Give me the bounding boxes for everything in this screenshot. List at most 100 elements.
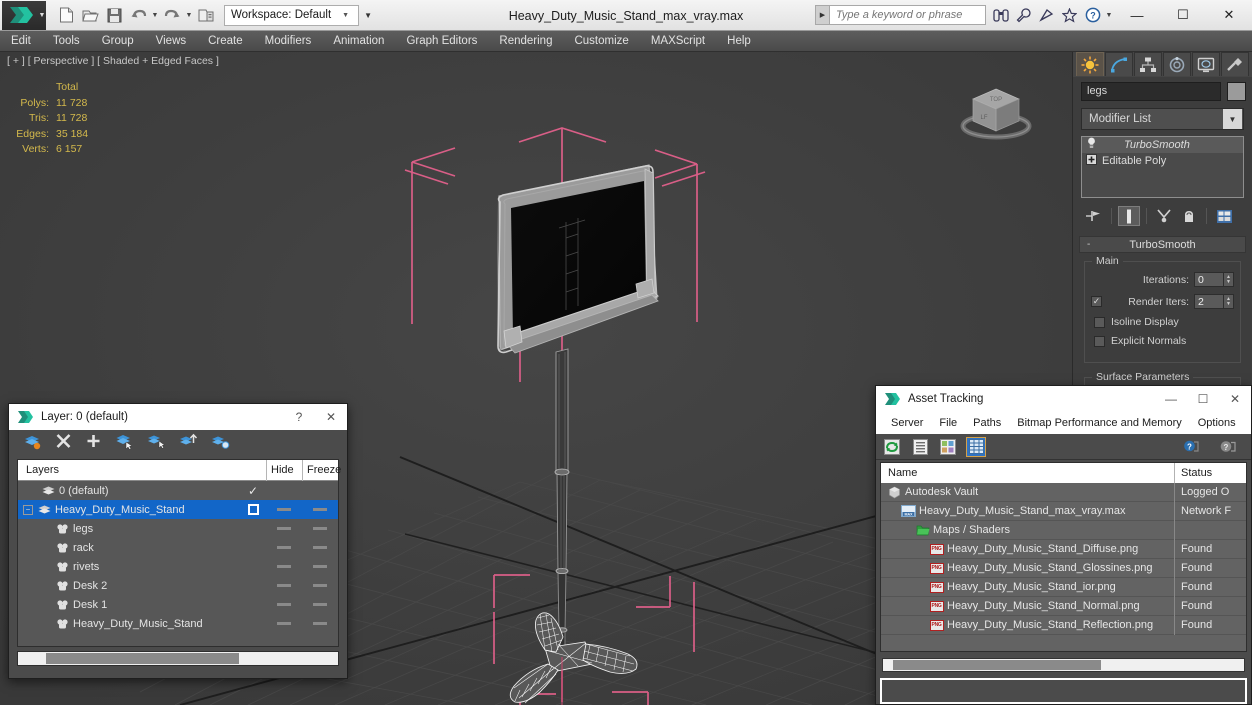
explicit-normals-checkbox[interactable] — [1094, 335, 1105, 347]
asset-tracking-dialog[interactable]: Asset Tracking — ☐ ✕ Server File Paths Bitm… — [875, 385, 1252, 705]
freeze-cell[interactable] — [302, 546, 338, 549]
rollout-collapse-icon[interactable]: - — [1087, 239, 1090, 250]
search-input[interactable] — [830, 6, 985, 24]
asset-minimize-button[interactable]: — — [1155, 386, 1187, 412]
asset-row[interactable]: PNG Heavy_Duty_Music_Stand_ior.png Found — [881, 577, 1246, 597]
display-tab[interactable] — [1192, 52, 1220, 76]
iterations-spinner[interactable]: ▲▼ — [1194, 272, 1234, 287]
asset-maximize-button[interactable]: ☐ — [1187, 386, 1219, 412]
menu-item-rendering[interactable]: Rendering — [488, 31, 563, 52]
window-maximize-button[interactable]: ☐ — [1160, 0, 1206, 31]
freeze-cell[interactable] — [302, 622, 338, 625]
layer-row[interactable]: 0 (default) ✓ — [18, 481, 338, 500]
hide-cell[interactable] — [266, 508, 302, 511]
window-close-button[interactable]: ✕ — [1206, 0, 1252, 31]
app-menu-caret-icon[interactable]: ▼ — [38, 0, 46, 30]
help-assets-button[interactable]: ? — [1181, 437, 1201, 457]
about-vault-button[interactable]: ? — [1217, 437, 1237, 457]
new-layer-button[interactable] — [23, 433, 42, 455]
app-logo-icon[interactable] — [2, 0, 38, 30]
redo-dropdown-icon[interactable]: ▼ — [184, 3, 194, 27]
favorites-star-icon[interactable] — [1058, 2, 1081, 28]
freeze-cell[interactable] — [302, 603, 338, 606]
layer-row[interactable]: Heavy_Duty_Music_Stand — [18, 614, 338, 633]
hierarchy-tab[interactable] — [1134, 52, 1162, 76]
motion-tab[interactable] — [1163, 52, 1191, 76]
spinner-arrows-icon[interactable]: ▲ ▼ — [1224, 272, 1234, 287]
asset-row[interactable]: PNG Heavy_Duty_Music_Stand_Normal.png Foun… — [881, 596, 1246, 616]
menu-item-group[interactable]: Group — [91, 31, 145, 52]
modifier-list-dropdown[interactable]: Modifier List ▼ — [1081, 108, 1244, 130]
project-folder-icon[interactable] — [194, 3, 218, 27]
freeze-cell[interactable] — [302, 508, 338, 511]
make-unique-button[interactable] — [1153, 206, 1175, 226]
modifier-stack[interactable]: TurboSmooth Editable Poly — [1081, 136, 1244, 198]
menu-item-modifiers[interactable]: Modifiers — [254, 31, 323, 52]
modify-tab[interactable] — [1105, 52, 1133, 76]
grid-view-button[interactable] — [966, 436, 986, 457]
explicit-normals-row[interactable]: Explicit Normals — [1091, 335, 1234, 347]
menu-item-edit[interactable]: Edit — [0, 31, 42, 52]
spinner-arrows-icon[interactable]: ▲ ▼ — [1224, 294, 1234, 309]
hide-cell[interactable] — [266, 527, 302, 530]
search-box[interactable]: ▶ — [815, 5, 986, 25]
select-highlighted-objects-button[interactable] — [147, 433, 166, 455]
asset-close-button[interactable]: ✕ — [1219, 386, 1251, 412]
list-view-button[interactable] — [910, 437, 930, 457]
asset-row[interactable]: PNG Heavy_Duty_Music_Stand_Reflection.png… — [881, 615, 1246, 635]
asset-menu-paths[interactable]: Paths — [965, 412, 1009, 434]
iterations-input[interactable] — [1194, 272, 1224, 287]
view-cube[interactable]: TOP LF — [955, 77, 1037, 149]
asset-row[interactable]: MAX Heavy_Duty_Music_Stand_max_vray.max Ne… — [881, 501, 1246, 521]
configure-modifier-sets-button[interactable] — [1213, 206, 1235, 226]
add-to-layer-button[interactable] — [85, 433, 102, 454]
layer-current-checkbox[interactable] — [240, 504, 266, 515]
layer-grid[interactable]: Layers Hide Freeze 0 (default) ✓ − Heavy_Du… — [17, 459, 341, 647]
asset-row[interactable]: PNG Heavy_Duty_Music_Stand_Diffuse.png Fou… — [881, 539, 1246, 559]
workspace-dropdown-icon[interactable]: ▼ — [364, 11, 372, 20]
expand-collapse-icon[interactable]: − — [23, 504, 33, 515]
refresh-button[interactable] — [882, 437, 902, 457]
asset-menu-file[interactable]: File — [931, 412, 965, 434]
pin-stack-button[interactable] — [1083, 206, 1105, 226]
asset-row[interactable]: Maps / Shaders — [881, 520, 1246, 540]
menu-item-views[interactable]: Views — [145, 31, 197, 52]
layer-row[interactable]: Desk 1 — [18, 595, 338, 614]
layer-row[interactable]: legs — [18, 519, 338, 538]
layer-row[interactable]: rivets — [18, 557, 338, 576]
freeze-cell[interactable] — [302, 565, 338, 568]
freeze-cell[interactable] — [302, 527, 338, 530]
layer-row[interactable]: Desk 2 — [18, 576, 338, 595]
hide-cell[interactable] — [266, 565, 302, 568]
wrench-icon[interactable] — [1012, 2, 1035, 28]
new-file-icon[interactable] — [54, 3, 78, 27]
workspace-selector[interactable]: Workspace: Default ▼ — [224, 4, 360, 26]
asset-menu-server[interactable]: Server — [883, 412, 931, 434]
menu-item-create[interactable]: Create — [197, 31, 254, 52]
scrollbar-thumb[interactable] — [893, 660, 1101, 670]
hide-cell[interactable] — [266, 603, 302, 606]
hide-cell[interactable] — [266, 584, 302, 587]
help-icon[interactable]: ? — [1081, 2, 1104, 28]
asset-horizontal-scrollbar[interactable] — [882, 658, 1245, 672]
render-iters-spinner[interactable]: ▲▼ — [1194, 294, 1234, 309]
help-dropdown-icon[interactable]: ▼ — [1104, 3, 1114, 27]
menu-item-animation[interactable]: Animation — [322, 31, 395, 52]
menu-item-graph-editors[interactable]: Graph Editors — [395, 31, 488, 52]
layer-grid-body[interactable]: 0 (default) ✓ − Heavy_Duty_Music_Stand legs r… — [18, 481, 338, 646]
scrollbar-thumb[interactable] — [46, 653, 239, 664]
isoline-display-row[interactable]: Isoline Display — [1091, 316, 1234, 328]
current-layer-check-icon[interactable]: ✓ — [240, 484, 266, 498]
layer-dialog-help-button[interactable]: ? — [283, 404, 315, 430]
menu-item-help[interactable]: Help — [716, 31, 762, 52]
satellite-icon[interactable] — [1035, 2, 1058, 28]
asset-menu-bitmap-performance-and-memory[interactable]: Bitmap Performance and Memory — [1009, 412, 1189, 434]
menu-item-customize[interactable]: Customize — [563, 31, 639, 52]
asset-grid[interactable]: Name Status Autodesk Vault Logged O MAX Hea… — [880, 462, 1247, 652]
asset-grid-body[interactable]: Autodesk Vault Logged O MAX Heavy_Duty_Musi… — [881, 483, 1246, 651]
hide-cell[interactable] — [266, 622, 302, 625]
thumbnail-view-button[interactable] — [938, 437, 958, 457]
asset-row[interactable]: PNG Heavy_Duty_Music_Stand_Glossines.png F… — [881, 558, 1246, 578]
layer-row[interactable]: rack — [18, 538, 338, 557]
asset-menu-options[interactable]: Options — [1190, 412, 1244, 434]
